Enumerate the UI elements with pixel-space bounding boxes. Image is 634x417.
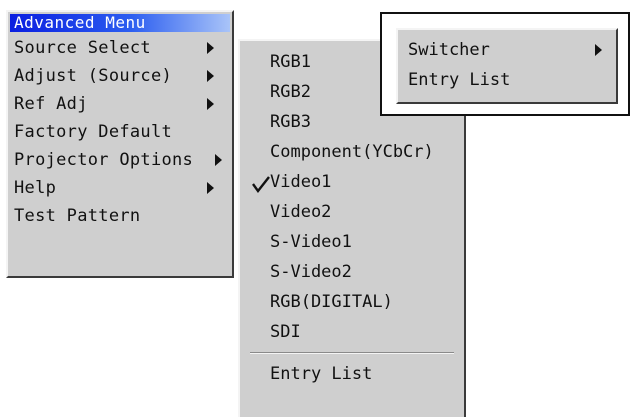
advanced-menu: Advanced Menu Source Select Adjust (Sour… [6, 10, 234, 278]
submenu-arrow-icon [207, 70, 214, 82]
source-item-s-video1[interactable]: S-Video1 [270, 227, 352, 257]
source-item-video2[interactable]: Video2 [270, 197, 331, 227]
source-item-component[interactable]: Component(YCbCr) [270, 137, 434, 167]
source-item-sdi[interactable]: SDI [270, 317, 301, 347]
source-item-rgb2[interactable]: RGB2 [270, 77, 311, 107]
menu-item-test-pattern[interactable]: Test Pattern [14, 202, 226, 230]
source-item-rgb-digital[interactable]: RGB(DIGITAL) [270, 287, 393, 317]
menu-item-label: Adjust (Source) [14, 66, 173, 86]
checkmark-icon [252, 176, 270, 194]
menu-item-help[interactable]: Help [14, 174, 226, 202]
menu-item-label: Source Select [14, 38, 151, 58]
menu-item-label: Test Pattern [14, 206, 141, 226]
menu-item-switcher[interactable]: Switcher [408, 36, 608, 64]
menu-item-adjust-source[interactable]: Adjust (Source) [14, 62, 226, 90]
menu-item-label: Factory Default [14, 122, 173, 142]
menu-divider [250, 352, 454, 354]
menu-item-ref-adj[interactable]: Ref Adj [14, 90, 226, 118]
source-item-rgb1[interactable]: RGB1 [270, 47, 311, 77]
switcher-menu: Switcher Entry List [396, 28, 618, 104]
submenu-arrow-icon [215, 154, 222, 166]
menu-item-projector-options[interactable]: Projector Options [14, 146, 226, 174]
menu-title: Advanced Menu [10, 14, 230, 32]
submenu-arrow-icon [207, 182, 214, 194]
menu-item-label: Switcher [408, 40, 490, 60]
submenu-arrow-icon [207, 42, 214, 54]
switcher-panel: Switcher Entry List [380, 12, 630, 116]
menu-item-label: Entry List [408, 70, 511, 90]
source-item-video1[interactable]: Video1 [270, 167, 331, 197]
menu-item-label: Help [14, 178, 57, 198]
source-item-entry-list[interactable]: Entry List [270, 359, 372, 389]
submenu-arrow-icon [595, 44, 602, 56]
source-item-rgb3[interactable]: RGB3 [270, 107, 311, 137]
source-item-s-video2[interactable]: S-Video2 [270, 257, 352, 287]
menu-item-factory-default[interactable]: Factory Default [14, 118, 226, 146]
menu-item-label: Projector Options [14, 150, 194, 170]
menu-item-source-select[interactable]: Source Select [14, 34, 226, 62]
menu-item-label: Ref Adj [14, 94, 88, 114]
submenu-arrow-icon [207, 98, 214, 110]
menu-item-entry-list[interactable]: Entry List [408, 66, 608, 94]
